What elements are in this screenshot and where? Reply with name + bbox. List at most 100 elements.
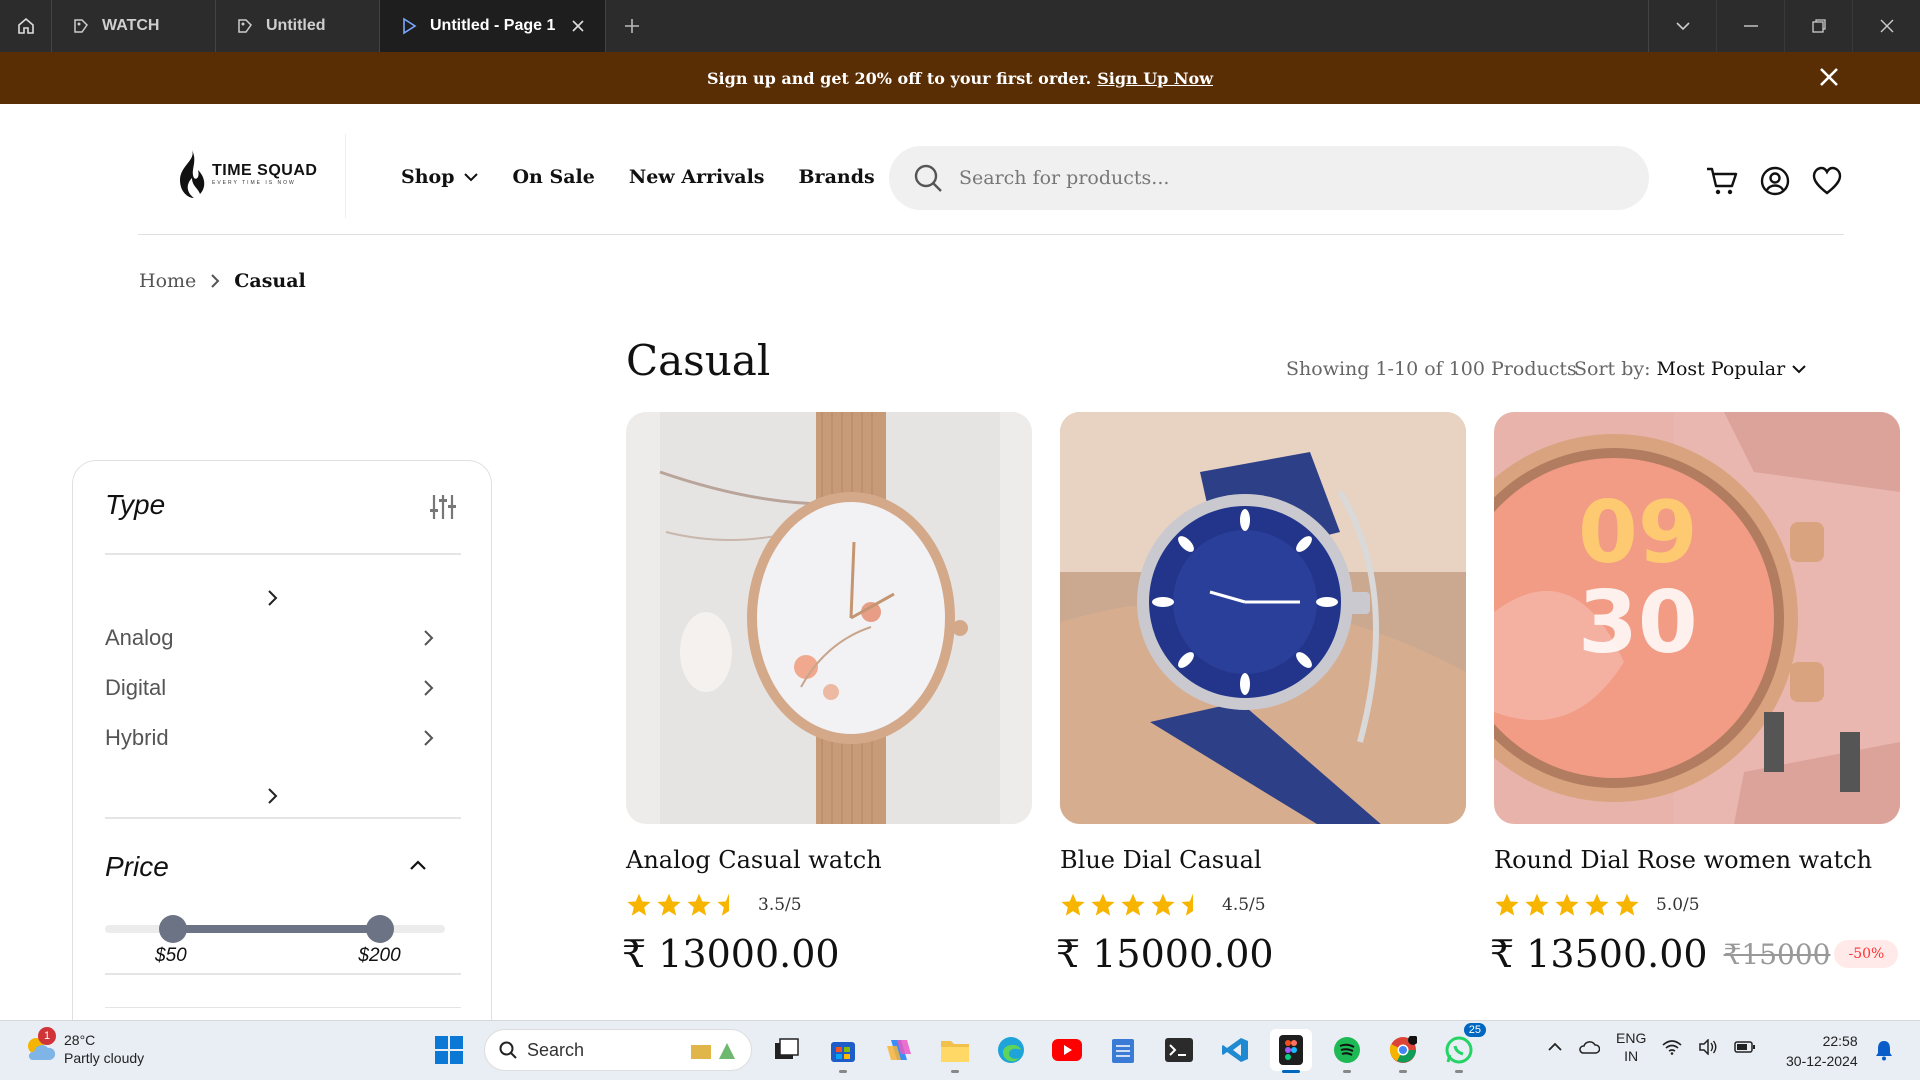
nav-label: New Arrivals [628, 166, 765, 188]
chevron-right-icon[interactable] [267, 589, 279, 607]
youtube-icon [1052, 1039, 1082, 1061]
chevron-right-icon [424, 730, 434, 746]
minimize-button[interactable] [1716, 0, 1784, 52]
vscode-app[interactable] [1214, 1029, 1256, 1071]
browser-title-bar: WATCH Untitled Untitled - Page 1 [0, 0, 1920, 52]
notepad-icon [1112, 1039, 1134, 1063]
star-icon [687, 893, 711, 916]
file-explorer-app[interactable] [934, 1029, 976, 1073]
divider [105, 973, 461, 975]
language-indicator[interactable]: ENG IN [1616, 1029, 1646, 1065]
tab-label: Untitled - Page 1 [430, 17, 556, 34]
close-window-button[interactable] [1852, 0, 1920, 52]
product-card[interactable]: 09 30 Round Dial Rose women watch 5.0/5 … [1490, 412, 1900, 976]
task-view-button[interactable] [766, 1029, 808, 1071]
nav-shop[interactable]: Shop [401, 166, 479, 188]
brand-logo[interactable]: TIME SQUAD EVERY TIME IS NOW [174, 148, 317, 200]
chevron-right-icon[interactable] [267, 787, 279, 805]
breadcrumb-home[interactable]: Home [139, 270, 196, 292]
weather-temp: 28°C [64, 1032, 96, 1048]
home-button[interactable] [0, 0, 52, 52]
start-button[interactable] [428, 1029, 470, 1071]
account-icon[interactable] [1760, 166, 1790, 196]
product-name[interactable]: Analog Casual watch [626, 846, 882, 874]
type-option-hybrid[interactable]: Hybrid [105, 725, 435, 751]
youtube-app[interactable] [1046, 1029, 1088, 1071]
nav-on-sale[interactable]: On Sale [513, 166, 595, 188]
chevron-down-icon [1675, 22, 1690, 31]
product-card[interactable]: Blue Dial Casual 4.5/5 ₹ 15000.00 [1056, 412, 1466, 976]
microsoft-store-app[interactable] [822, 1029, 864, 1073]
tab-untitled[interactable]: Untitled [216, 0, 380, 52]
chevron-right-icon [424, 680, 434, 696]
type-option-analog[interactable]: Analog [105, 625, 435, 651]
close-announcement-icon[interactable] [1818, 66, 1840, 88]
close-tab-icon[interactable] [571, 19, 585, 33]
rating-value: 4.5/5 [1222, 895, 1266, 915]
product-rating: 3.5/5 [626, 892, 802, 918]
wifi-icon[interactable] [1662, 1039, 1682, 1055]
tab-label: Untitled [266, 17, 326, 34]
chevron-right-icon [424, 630, 434, 646]
chevron-up-icon[interactable] [409, 859, 427, 871]
region-code: IN [1624, 1048, 1639, 1064]
tab-untitled-page-1[interactable]: Untitled - Page 1 [380, 0, 606, 52]
star-icon [1555, 893, 1579, 916]
star-rating [1494, 892, 1640, 918]
announcement-bar: Sign up and get 20% off to your first or… [0, 52, 1920, 104]
spotify-app[interactable] [1326, 1029, 1368, 1073]
product-image[interactable] [1060, 412, 1466, 824]
notification-bell-icon[interactable] [1874, 1039, 1894, 1061]
type-option-digital[interactable]: Digital [105, 675, 435, 701]
sort-value: Most Popular [1656, 358, 1786, 380]
flame-logo-icon [180, 150, 205, 198]
type-filter-title: Type [105, 489, 166, 520]
nav-brands[interactable]: Brands [799, 166, 875, 188]
price-min-label: $50 [155, 945, 187, 966]
search-input[interactable] [959, 167, 1559, 189]
whatsapp-app[interactable]: 25 [1438, 1023, 1486, 1073]
divider [105, 553, 461, 555]
product-name[interactable]: Blue Dial Casual [1060, 846, 1262, 874]
notepad-app[interactable] [1102, 1029, 1144, 1071]
taskbar-search[interactable]: Search [484, 1029, 752, 1071]
terminal-app[interactable] [1158, 1029, 1200, 1071]
brand-name: TIME SQUAD [212, 162, 318, 179]
price-slider-min-handle[interactable] [159, 915, 187, 943]
copilot-app[interactable] [878, 1029, 920, 1071]
sort-dropdown[interactable]: Sort by: Most Popular [1574, 358, 1807, 380]
product-price: ₹ 15000.00 [1056, 932, 1274, 976]
system-clock[interactable]: 22:58 30-12-2024 [1786, 1031, 1858, 1071]
new-tab-button[interactable] [606, 0, 658, 52]
onedrive-cloud-icon[interactable] [1578, 1039, 1600, 1055]
battery-icon[interactable] [1734, 1040, 1756, 1054]
restore-button[interactable] [1784, 0, 1852, 52]
unread-badge: 25 [1463, 1023, 1486, 1037]
search-bar[interactable] [889, 146, 1649, 210]
discount-badge: -50% [1834, 940, 1899, 968]
edge-app[interactable] [990, 1029, 1032, 1071]
site-header: TIME SQUAD EVERY TIME IS NOW Shop On Sal… [0, 104, 1920, 236]
product-image[interactable] [626, 412, 1032, 824]
sign-up-link[interactable]: Sign Up Now [1097, 69, 1213, 88]
nav-new-arrivals[interactable]: New Arrivals [629, 166, 765, 188]
product-image[interactable]: 09 30 [1494, 412, 1900, 824]
chevron-up-icon[interactable] [1548, 1042, 1562, 1052]
wishlist-heart-icon[interactable] [1812, 166, 1842, 196]
product-name[interactable]: Round Dial Rose women watch [1494, 846, 1872, 874]
running-indicator [1399, 1070, 1407, 1073]
type-option-label: Digital [105, 675, 167, 700]
chrome-app[interactable] [1382, 1029, 1424, 1073]
search-icon [914, 164, 942, 192]
folder-icon [941, 1041, 969, 1062]
figma-app[interactable] [1270, 1029, 1312, 1073]
tab-list-button[interactable] [1648, 0, 1716, 52]
play-icon [403, 17, 417, 35]
cart-icon[interactable] [1706, 166, 1738, 196]
price-slider-max-handle[interactable] [366, 915, 395, 943]
filter-settings-icon[interactable] [429, 493, 457, 521]
product-card[interactable]: Analog Casual watch 3.5/5 ₹ 13000.00 [622, 412, 1032, 976]
tab-watch[interactable]: WATCH [52, 0, 216, 52]
product-rating: 4.5/5 [1060, 892, 1266, 918]
volume-icon[interactable] [1698, 1039, 1718, 1055]
